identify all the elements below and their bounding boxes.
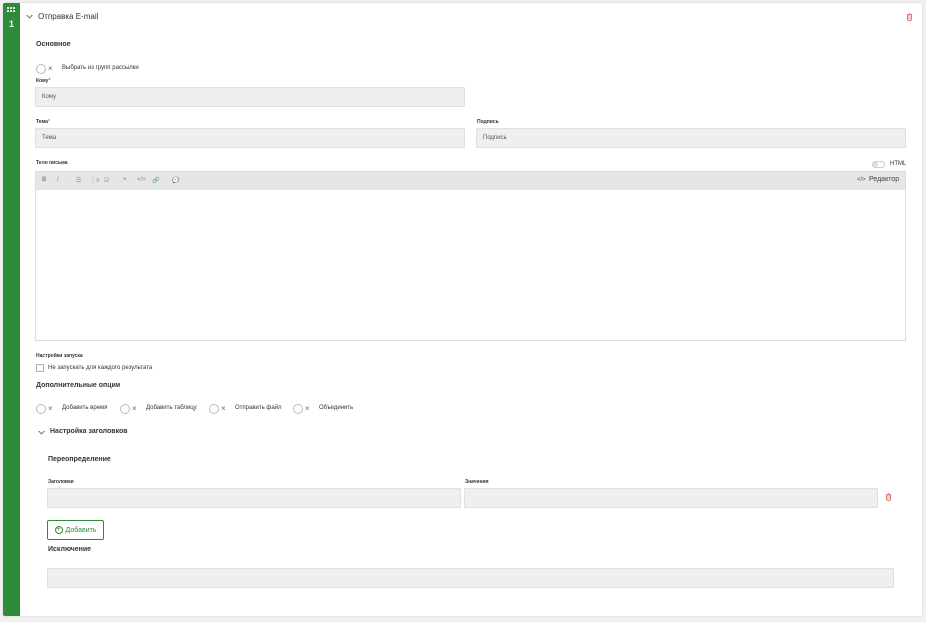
page-title: Отправка E-mail <box>38 12 99 21</box>
editor-mode-button[interactable]: Редактор <box>869 176 899 183</box>
subject-field[interactable]: Тема <box>35 128 465 148</box>
html-toggle[interactable] <box>872 161 885 168</box>
bullet-list-icon[interactable]: ☰ <box>76 177 81 184</box>
toggle-groups-label: Выбрать из групп рассылки <box>62 65 139 71</box>
add-header-button[interactable]: + Добавить <box>47 520 104 540</box>
add-header-label: Добавить <box>65 526 97 534</box>
code-icon[interactable]: </> <box>137 177 146 183</box>
editor-toolbar: B I ☰ ⋮≡ ☑ ❝ </> 🔗 💬 </> Редактор <box>35 171 906 191</box>
bold-icon[interactable]: B <box>42 177 46 183</box>
to-label: Кому* <box>36 78 51 84</box>
step-number: 1 <box>8 19 14 29</box>
header-value-field[interactable] <box>464 488 878 508</box>
no-run-each-checkbox[interactable] <box>36 364 44 372</box>
delete-header-icon[interactable] <box>885 493 892 501</box>
toggle-merge[interactable]: × <box>293 404 313 414</box>
chevron-down-icon[interactable] <box>38 429 45 436</box>
exclusion-field[interactable] <box>47 568 894 588</box>
headers-settings-title[interactable]: Настройка заголовков <box>50 428 128 435</box>
quote-icon[interactable]: ❝ <box>123 177 126 184</box>
subject-label: Тема* <box>36 119 50 125</box>
step-strip <box>3 3 20 616</box>
chevron-down-icon[interactable] <box>26 13 33 20</box>
drag-handle-icon[interactable] <box>7 7 15 13</box>
body-editor[interactable] <box>35 190 906 341</box>
comment-icon[interactable]: 💬 <box>172 177 179 184</box>
launch-settings-label: Настройки запуска <box>36 353 83 359</box>
headers-label: Заголовки <box>48 479 74 485</box>
toggle-send-file-label: Отправить файл <box>235 405 282 411</box>
plus-circle-icon: + <box>54 526 63 534</box>
toggle-add-time-label: Добавить время <box>62 405 108 411</box>
exclusion-title: Исключение <box>48 546 92 553</box>
override-title: Переопределение <box>48 456 111 463</box>
toggle-add-time[interactable]: × <box>36 404 56 414</box>
section-title-main: Основное <box>36 41 71 48</box>
delete-step-icon[interactable] <box>906 13 913 21</box>
no-run-each-label: Не запускать для каждого результата <box>48 365 153 371</box>
task-list-icon[interactable]: ☑ <box>104 177 109 184</box>
body-label: Тело письма <box>36 160 68 166</box>
html-toggle-label: HTML <box>890 161 907 167</box>
toggle-send-file[interactable]: × <box>209 404 229 414</box>
toggle-add-table-label: Добавить таблицу <box>146 405 197 411</box>
toggle-add-table[interactable]: × <box>120 404 140 414</box>
signature-label: Подпись <box>477 119 499 125</box>
signature-field[interactable]: Подпись <box>476 128 906 148</box>
toggle-merge-label: Объединить <box>319 405 354 411</box>
editor-mode-icon[interactable]: </> <box>857 177 866 183</box>
values-label: Значения <box>465 479 489 485</box>
link-icon[interactable]: 🔗 <box>152 177 159 184</box>
header-name-field[interactable] <box>47 488 461 508</box>
italic-icon[interactable]: I <box>57 177 59 183</box>
section-title-extra: Дополнительные опции <box>36 382 121 389</box>
to-field[interactable]: Кому <box>35 87 465 107</box>
toggle-groups[interactable]: × <box>36 64 56 74</box>
numbered-list-icon[interactable]: ⋮≡ <box>90 177 100 184</box>
